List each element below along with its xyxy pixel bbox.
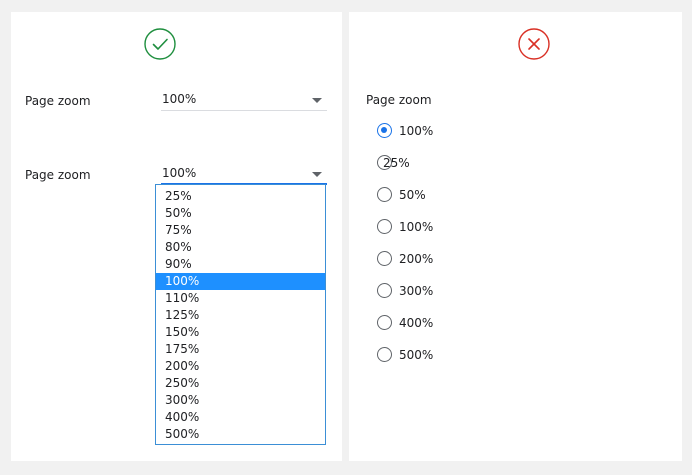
radio-button[interactable] (377, 251, 392, 266)
dropdown-option[interactable]: 25% (156, 188, 325, 205)
page-zoom-select-open-value: 100% (162, 166, 197, 180)
chevron-down-icon (312, 172, 322, 177)
dropdown-option[interactable]: 80% (156, 239, 325, 256)
page-zoom-label-open: Page zoom (25, 168, 91, 182)
chevron-down-icon (312, 98, 322, 103)
good-example-panel: Page zoom 100% Page zoom 100% 25% 50% 75% 8… (11, 12, 342, 461)
radio-button[interactable] (377, 347, 392, 362)
page-zoom-dropdown-list[interactable]: 25% 50% 75% 80% 90% 100% 110% 125% 150% 175% 200% 2… (155, 184, 326, 445)
radio-option[interactable]: 25% (377, 154, 457, 174)
radio-option-label: 25% (383, 156, 410, 170)
radio-option-label: 300% (399, 284, 434, 298)
radio-option-label: 50% (399, 188, 426, 202)
dropdown-option[interactable]: 150% (156, 324, 325, 341)
radio-option-label: 100% (399, 124, 434, 138)
radio-option[interactable]: 500% (377, 346, 457, 366)
page-zoom-select-open[interactable]: 100% (161, 163, 327, 185)
dropdown-option[interactable]: 75% (156, 222, 325, 239)
dropdown-option[interactable]: 300% (156, 392, 325, 409)
dropdown-option[interactable]: 50% (156, 205, 325, 222)
page-zoom-select[interactable]: 100% (161, 89, 327, 111)
radio-button[interactable] (377, 219, 392, 234)
radio-button[interactable] (377, 187, 392, 202)
radio-option-label: 500% (399, 348, 434, 362)
radio-dot-icon (381, 127, 387, 133)
radio-option[interactable]: 50% (377, 186, 457, 206)
radio-option-label: 400% (399, 316, 434, 330)
radio-option[interactable]: 100% (377, 122, 457, 142)
checkmark-circle-icon (144, 28, 176, 60)
radio-option[interactable]: 400% (377, 314, 457, 334)
bad-example-panel: Page zoom 100% 25% 50% 100% 200% 300% 400% 500% (349, 12, 682, 461)
page-zoom-label: Page zoom (25, 94, 91, 108)
radio-button[interactable] (377, 315, 392, 330)
radio-button[interactable] (377, 283, 392, 298)
dropdown-option[interactable]: 500% (156, 426, 325, 443)
dropdown-option[interactable]: 125% (156, 307, 325, 324)
radio-option[interactable]: 100% (377, 218, 457, 238)
page-zoom-select-value: 100% (162, 92, 197, 106)
dropdown-option[interactable]: 250% (156, 375, 325, 392)
page-zoom-radio-group-label: Page zoom (366, 93, 432, 107)
radio-button[interactable] (377, 123, 392, 138)
dropdown-option[interactable]: 175% (156, 341, 325, 358)
dropdown-option[interactable]: 200% (156, 358, 325, 375)
dropdown-option[interactable]: 90% (156, 256, 325, 273)
radio-option-label: 200% (399, 252, 434, 266)
dropdown-option[interactable]: 100% (156, 273, 325, 290)
x-circle-icon (518, 28, 550, 60)
radio-option-label: 100% (399, 220, 434, 234)
radio-option[interactable]: 200% (377, 250, 457, 270)
dropdown-option[interactable]: 110% (156, 290, 325, 307)
radio-option[interactable]: 300% (377, 282, 457, 302)
dropdown-option[interactable]: 400% (156, 409, 325, 426)
